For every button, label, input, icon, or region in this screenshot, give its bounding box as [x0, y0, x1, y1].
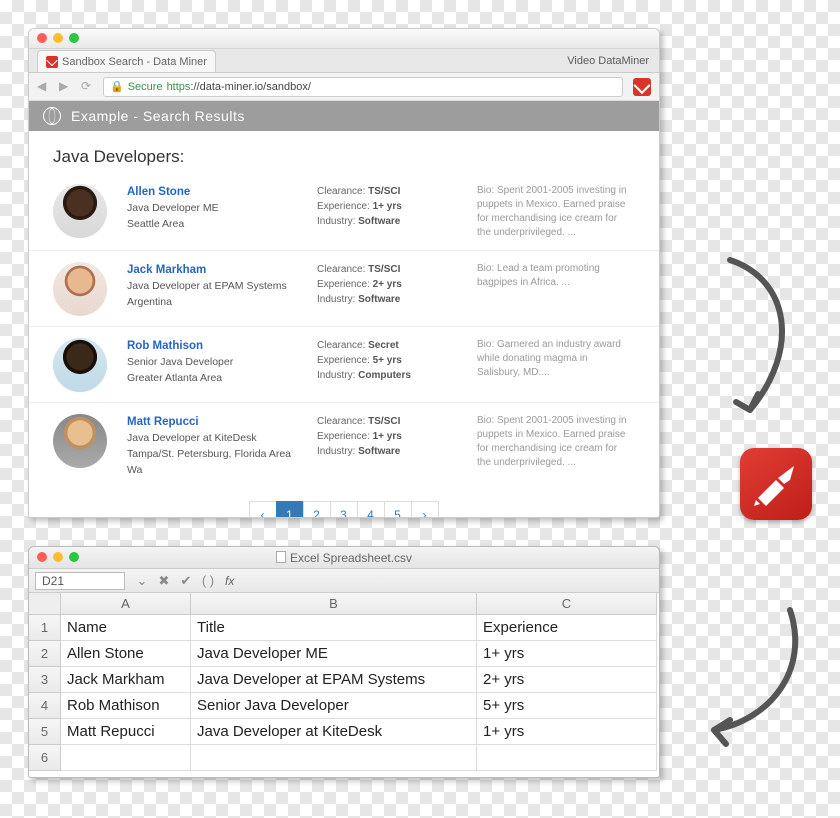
dropdown-icon[interactable]: ⌄	[132, 571, 152, 591]
reload-icon[interactable]: ⟳	[81, 79, 97, 95]
tab-active[interactable]: Sandbox Search - Data Miner	[37, 50, 216, 72]
col-header-b[interactable]: B	[191, 593, 477, 615]
dataminer-app-icon[interactable]	[740, 448, 812, 520]
forward-icon[interactable]: ▶	[59, 79, 75, 95]
page-banner: Example - Search Results	[29, 101, 659, 131]
pagination: ‹ 1 2 3 4 5 ›	[29, 501, 659, 519]
cell[interactable]: Name	[61, 615, 191, 641]
close-icon[interactable]	[37, 33, 47, 43]
page-next[interactable]: ›	[411, 501, 439, 519]
cell[interactable]: 5+ yrs	[477, 693, 657, 719]
titlebar	[29, 29, 659, 49]
row-header[interactable]: 4	[29, 693, 61, 719]
spreadsheet-grid[interactable]: A B C 1 Name Title Experience 2 Allen St…	[29, 593, 659, 771]
cell[interactable]: Matt Repucci	[61, 719, 191, 745]
row-header[interactable]: 3	[29, 667, 61, 693]
page-content: Example - Search Results Java Developers…	[29, 101, 659, 518]
result-bio: Bio: Spent 2001-2005 investing in puppet…	[477, 184, 635, 240]
minimize-icon[interactable]	[53, 33, 63, 43]
secure-label: Secure	[128, 81, 163, 93]
search-result: Jack Markham Java Developer at EPAM Syst…	[29, 253, 659, 324]
url-input[interactable]: 🔒 Secure https://data-miner.io/sandbox/	[103, 77, 623, 97]
favicon-icon	[46, 56, 58, 68]
arrow-icon	[700, 250, 820, 430]
select-all-corner[interactable]	[29, 593, 61, 615]
spreadsheet-titlebar: Excel Spreadsheet.csv	[29, 547, 659, 569]
row-header[interactable]: 6	[29, 745, 61, 771]
page-1[interactable]: 1	[276, 501, 304, 519]
avatar	[53, 338, 107, 392]
page-3[interactable]: 3	[330, 501, 358, 519]
result-name[interactable]: Rob Mathison	[127, 338, 297, 355]
cell[interactable]: Java Developer at EPAM Systems	[191, 667, 477, 693]
name-box[interactable]: D21	[35, 572, 125, 590]
cell[interactable]: Experience	[477, 615, 657, 641]
row-header[interactable]: 5	[29, 719, 61, 745]
page-prev[interactable]: ‹	[249, 501, 277, 519]
minimize-icon[interactable]	[53, 552, 63, 562]
tab-title: Sandbox Search - Data Miner	[62, 56, 207, 68]
back-icon[interactable]: ◀	[37, 79, 53, 95]
divider	[29, 250, 659, 251]
search-result: Rob Mathison Senior Java Developer Great…	[29, 329, 659, 400]
fx-label: fx	[225, 574, 234, 588]
lock-icon: 🔒	[110, 80, 124, 93]
banner-text: Example - Search Results	[71, 108, 245, 124]
tab-strip: Sandbox Search - Data Miner Video DataMi…	[29, 49, 659, 73]
cell[interactable]: 1+ yrs	[477, 641, 657, 667]
maximize-icon[interactable]	[69, 33, 79, 43]
cell[interactable]: Allen Stone	[61, 641, 191, 667]
confirm-icon[interactable]: ✔	[176, 571, 196, 591]
address-bar: ◀ ▶ ⟳ 🔒 Secure https://data-miner.io/san…	[29, 73, 659, 101]
browser-window: Sandbox Search - Data Miner Video DataMi…	[28, 28, 660, 518]
cell[interactable]: Senior Java Developer	[191, 693, 477, 719]
url-text: https://data-miner.io/sandbox/	[167, 81, 311, 93]
globe-icon	[43, 107, 61, 125]
cell[interactable]: 1+ yrs	[477, 719, 657, 745]
avatar	[53, 262, 107, 316]
cancel-icon[interactable]: ✖	[154, 571, 174, 591]
arrow-icon	[700, 600, 820, 760]
cell[interactable]: 2+ yrs	[477, 667, 657, 693]
spreadsheet-filename: Excel Spreadsheet.csv	[290, 551, 412, 565]
divider	[29, 402, 659, 403]
cell[interactable]: Title	[191, 615, 477, 641]
row-header[interactable]: 2	[29, 641, 61, 667]
cell[interactable]	[477, 745, 657, 771]
paren-icon[interactable]: ( )	[198, 571, 218, 591]
col-header-a[interactable]: A	[61, 593, 191, 615]
row-header[interactable]: 1	[29, 615, 61, 641]
result-name[interactable]: Allen Stone	[127, 184, 297, 201]
cell[interactable]: Java Developer ME	[191, 641, 477, 667]
spreadsheet-window: Excel Spreadsheet.csv D21 ⌄ ✖ ✔ ( ) fx A…	[28, 546, 660, 778]
document-icon	[276, 551, 286, 563]
page-5[interactable]: 5	[384, 501, 412, 519]
col-header-c[interactable]: C	[477, 593, 657, 615]
cell[interactable]: Rob Mathison	[61, 693, 191, 719]
extension-icon[interactable]	[633, 78, 651, 96]
avatar	[53, 414, 107, 468]
maximize-icon[interactable]	[69, 552, 79, 562]
result-title: Java Developer ME	[127, 201, 297, 217]
result-name[interactable]: Matt Repucci	[127, 414, 297, 431]
cell[interactable]: Java Developer at KiteDesk	[191, 719, 477, 745]
page-heading: Java Developers:	[29, 131, 659, 175]
result-name[interactable]: Jack Markham	[127, 262, 297, 279]
result-location: Seattle Area	[127, 217, 297, 233]
page-2[interactable]: 2	[303, 501, 331, 519]
page-4[interactable]: 4	[357, 501, 385, 519]
avatar	[53, 184, 107, 238]
cell[interactable]	[61, 745, 191, 771]
video-link[interactable]: Video DataMiner	[567, 55, 649, 67]
divider	[29, 326, 659, 327]
search-result: Allen Stone Java Developer ME Seattle Ar…	[29, 175, 659, 248]
cell[interactable]	[191, 745, 477, 771]
formula-bar: D21 ⌄ ✖ ✔ ( ) fx	[29, 569, 659, 593]
search-result: Matt Repucci Java Developer at KiteDesk …	[29, 405, 659, 487]
cell[interactable]: Jack Markham	[61, 667, 191, 693]
close-icon[interactable]	[37, 552, 47, 562]
